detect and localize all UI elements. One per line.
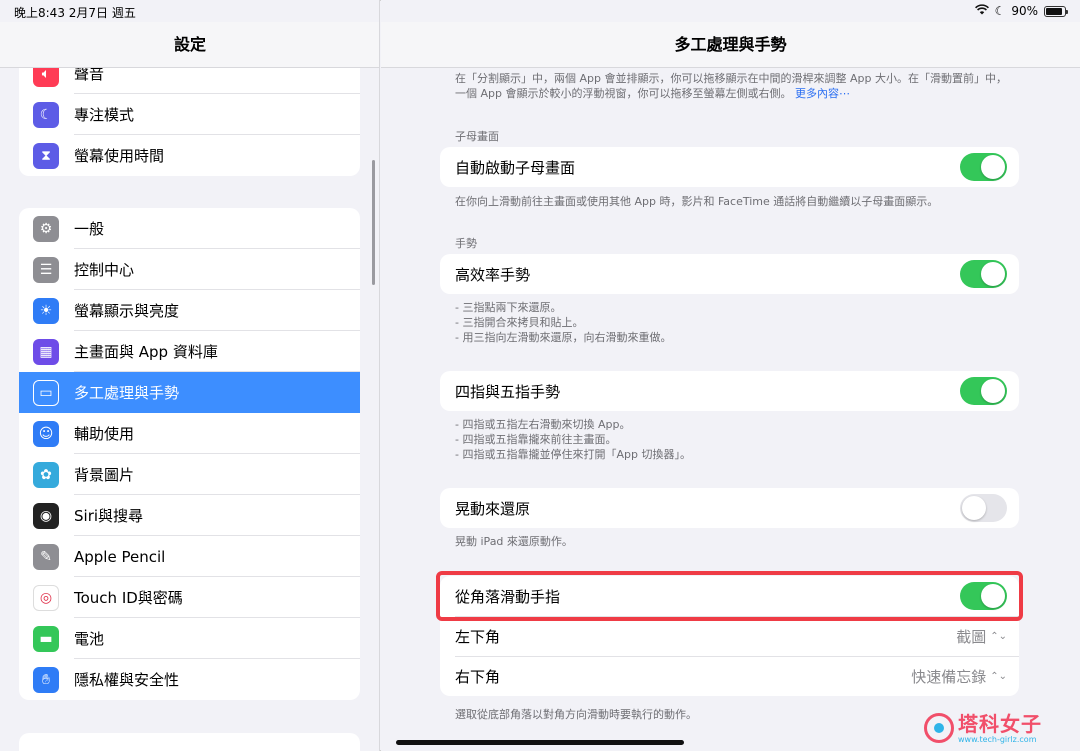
sidebar-item-label: Touch ID與密碼 <box>74 589 183 607</box>
corner-row[interactable]: 從角落滑動手指 <box>440 576 1019 616</box>
switches-icon: ☰ <box>33 256 59 283</box>
sidebar-item-label: Siri與搜尋 <box>74 507 144 525</box>
watermark-logo: 塔科女子 www.tech-girlz.com <box>924 708 1064 748</box>
intro-description: 在「分割顯示」中，兩個 App 會並排顯示，你可以拖移顯示在中間的滑桿來調整 A… <box>455 72 1007 100</box>
efficient-description: - 三指點兩下來還原。 - 三指開合來拷貝和貼上。 - 用三指向左滑動來還原，向… <box>455 301 672 344</box>
sidebar-header: 設定 <box>0 22 379 68</box>
sidebar-item-label: 專注模式 <box>74 106 135 124</box>
sidebar-item-label: Apple Pencil <box>74 547 166 566</box>
fourfive-description: - 四指或五指左右滑動來切換 App。 - 四指或五指靠攏來前往主畫面。 - 四… <box>455 418 691 461</box>
settings-group-general: ⚙ 一般 ☰ 控制中心 ☀ 螢幕顯示與亮度 ▦ 主畫面與 App 資料庫 ▭ 多工處理與手勢 ☺ 輔助… <box>19 208 360 700</box>
sidebar-item-sun[interactable]: ☀ 螢幕顯示與亮度 <box>19 290 360 331</box>
sidebar-item-multitask[interactable]: ▭ 多工處理與手勢 <box>19 372 360 413</box>
moon-icon: ☾ <box>33 101 59 128</box>
chevron-updown-icon: ⌃⌄ <box>990 630 1007 642</box>
right-corner-label: 右下角 <box>455 667 501 686</box>
sidebar-item-label: 一般 <box>74 220 105 238</box>
status-time: 晚上8:43 2月7日 週五 <box>14 6 136 20</box>
sidebar-item-siri[interactable]: ◉ Siri與搜尋 <box>19 495 360 536</box>
sidebar-item-grid[interactable]: ▦ 主畫面與 App 資料庫 <box>19 331 360 372</box>
pip-card: 自動啟動子母畫面 <box>440 147 1019 187</box>
shake-card: 晃動來還原 <box>440 488 1019 528</box>
shake-toggle[interactable] <box>960 494 1007 522</box>
fourfive-row[interactable]: 四指與五指手勢 <box>440 371 1019 411</box>
sidebar-item-pencil[interactable]: ✎ Apple Pencil <box>19 536 360 577</box>
pip-toggle[interactable] <box>960 153 1007 181</box>
left-corner-row[interactable]: 左下角 截圖 ⌃⌄ <box>440 616 1019 656</box>
settings-group-next <box>19 733 360 751</box>
sun-icon: ☀ <box>33 297 59 324</box>
sidebar-item-label: 輔助使用 <box>74 425 135 443</box>
siri-icon: ◉ <box>33 502 59 529</box>
sidebar-item-hand[interactable]: ✋︎ 隱私權與安全性 <box>19 659 360 700</box>
efficient-toggle[interactable] <box>960 260 1007 288</box>
corner-label: 從角落滑動手指 <box>455 587 561 606</box>
left-corner-label: 左下角 <box>455 627 501 646</box>
sidebar-item-label: 主畫面與 App 資料庫 <box>74 343 218 361</box>
fingerprint-icon: ◎ <box>33 584 59 611</box>
fourfive-label: 四指與五指手勢 <box>455 382 561 401</box>
sidebar-item-label: 螢幕顯示與亮度 <box>74 302 180 320</box>
efficient-row[interactable]: 高效率手勢 <box>440 254 1019 294</box>
efficient-label: 高效率手勢 <box>455 265 531 284</box>
grid-icon: ▦ <box>33 338 59 365</box>
sidebar-item-moon[interactable]: ☾ 專注模式 <box>19 94 360 135</box>
fourfive-toggle[interactable] <box>960 377 1007 405</box>
sidebar-item-fingerprint[interactable]: ◎ Touch ID與密碼 <box>19 577 360 618</box>
sidebar-item-hourglass[interactable]: ⧗ 螢幕使用時間 <box>19 135 360 176</box>
battery-icon <box>1044 5 1068 17</box>
status-bar: 晚上8:43 2月7日 週五 ☾ 90% <box>0 0 1080 22</box>
chevron-updown-icon: ⌃⌄ <box>990 670 1007 682</box>
right-corner-row[interactable]: 右下角 快速備忘錄 ⌃⌄ <box>440 656 1019 696</box>
detail-header: 多工處理與手勢 <box>381 22 1080 68</box>
flower-icon: ✿ <box>33 461 59 488</box>
sidebar-item-label: 控制中心 <box>74 261 135 279</box>
sidebar-item-battery[interactable]: ▬ 電池 <box>19 618 360 659</box>
accessibility-icon: ☺ <box>33 420 59 447</box>
sidebar-item-label: 螢幕使用時間 <box>74 147 165 165</box>
efficient-card: 高效率手勢 <box>440 254 1019 294</box>
settings-group-focus: 🔈︎ 聲音 ☾ 專注模式 ⧗ 螢幕使用時間 <box>19 53 360 176</box>
sidebar-item-switches[interactable]: ☰ 控制中心 <box>19 249 360 290</box>
watermark-text: 塔科女子 <box>958 711 1042 736</box>
right-corner-value: 快速備忘錄 <box>911 667 987 686</box>
hourglass-icon: ⧗ <box>33 142 59 169</box>
home-indicator[interactable] <box>396 740 684 745</box>
watermark-url: www.tech-girlz.com <box>958 734 1037 744</box>
gear-icon: ⚙ <box>33 215 59 242</box>
sidebar-item-accessibility[interactable]: ☺ 輔助使用 <box>19 413 360 454</box>
pip-row[interactable]: 自動啟動子母畫面 <box>440 147 1019 187</box>
sidebar: 設定 🔈︎ 聲音 ☾ 專注模式 ⧗ 螢幕使用時間 ⚙ 一般 ☰ 控制中心 ☀ 螢幕顯示與亮度 ▦ 主畫面… <box>0 0 380 751</box>
multitask-icon: ▭ <box>33 379 59 406</box>
shake-description: 晃動 iPad 來還原動作。 <box>455 535 573 548</box>
moon-icon: ☾ <box>994 4 1006 18</box>
shake-label: 晃動來還原 <box>455 499 531 518</box>
sidebar-scrollbar[interactable] <box>372 160 375 285</box>
pip-label: 自動啟動子母畫面 <box>455 158 576 177</box>
pencil-icon: ✎ <box>33 543 59 570</box>
shake-row[interactable]: 晃動來還原 <box>440 488 1019 528</box>
corner-toggle[interactable] <box>960 582 1007 610</box>
sidebar-item-label: 電池 <box>74 630 105 648</box>
detail-title: 多工處理與手勢 <box>674 35 787 54</box>
more-link[interactable]: 更多內容⋯ <box>795 87 850 100</box>
detail-pane: 多工處理與手勢 在「分割顯示」中，兩個 App 會並排顯示，你可以拖移顯示在中間… <box>381 0 1080 751</box>
fourfive-card: 四指與五指手勢 <box>440 371 1019 411</box>
sidebar-item-flower[interactable]: ✿ 背景圖片 <box>19 454 360 495</box>
sidebar-item-label: 多工處理與手勢 <box>74 384 180 402</box>
pip-description: 在你向上滑動前往主畫面或使用其他 App 時，影片和 FaceTime 通話將自… <box>455 195 939 208</box>
corner-card: 從角落滑動手指 左下角 截圖 ⌃⌄ 右下角 快速備忘錄 ⌃⌄ <box>440 576 1019 696</box>
watermark-mark-icon <box>924 713 954 743</box>
battery-icon: ▬ <box>33 625 59 652</box>
sidebar-title: 設定 <box>173 35 206 54</box>
sidebar-item-label: 隱私權與安全性 <box>74 671 180 689</box>
sidebar-item-gear[interactable]: ⚙ 一般 <box>19 208 360 249</box>
pip-section-label: 子母畫面 <box>455 130 499 143</box>
battery-percent: 90% <box>1011 4 1038 18</box>
sidebar-item-label: 背景圖片 <box>74 466 135 484</box>
left-corner-value: 截圖 <box>956 627 987 646</box>
gesture-section-label: 手勢 <box>455 237 477 250</box>
wifi-icon <box>974 4 989 18</box>
hand-icon: ✋︎ <box>33 666 59 693</box>
